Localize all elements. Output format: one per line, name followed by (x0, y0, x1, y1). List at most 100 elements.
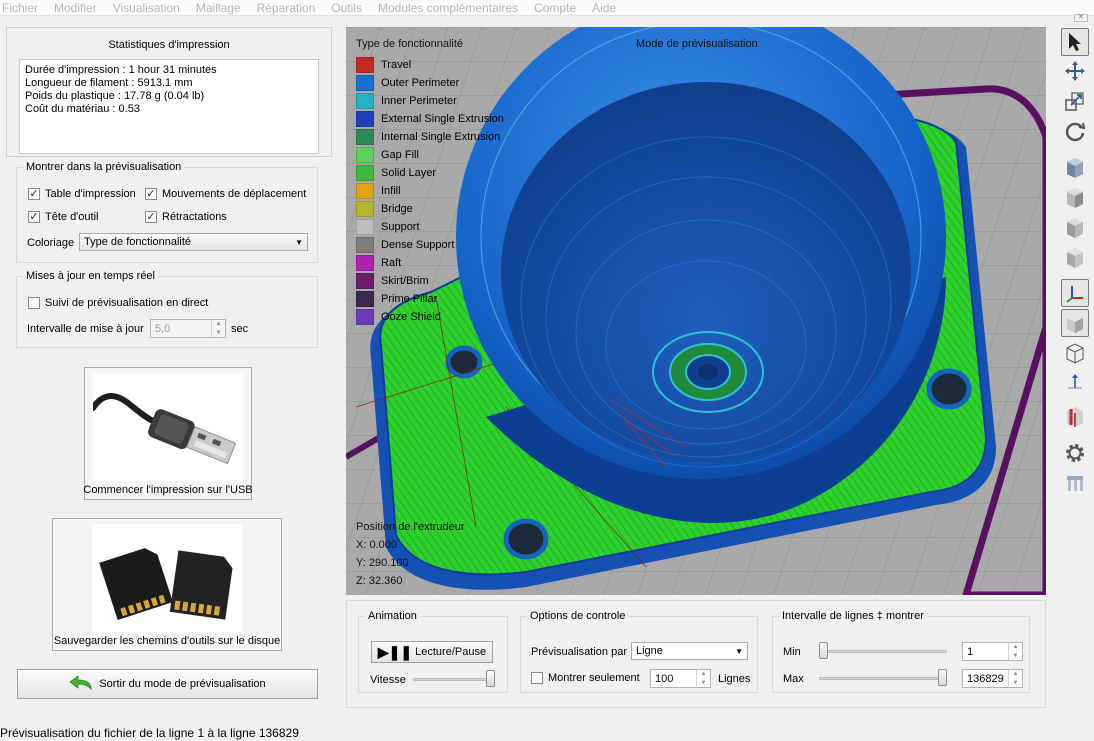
legend-swatch (356, 273, 374, 289)
stats-title: Statistiques d'impression (108, 39, 230, 51)
spin-up-icon[interactable]: ▲ (212, 320, 225, 329)
group-title: Options de controle (527, 610, 629, 622)
speed-label: Vitesse (370, 674, 406, 686)
legend-label: Raft (381, 257, 402, 269)
legend-swatch (356, 75, 374, 91)
legend-label: Solid Layer (381, 167, 437, 179)
scale-icon[interactable] (1061, 87, 1089, 115)
speed-slider-track[interactable] (413, 678, 495, 681)
menu-close-icon[interactable]: ✕ (1074, 14, 1088, 22)
solid-view-icon[interactable] (1061, 309, 1089, 337)
wireframe-view-icon[interactable] (1061, 339, 1089, 367)
menu-visualisation[interactable]: Visualisation (113, 1, 180, 15)
sd-button-label: Sauvegarder les chemins d'outils sur le … (53, 635, 281, 647)
menu-maillage[interactable]: Maillage (196, 1, 241, 15)
legend-swatch (356, 147, 374, 163)
min-slider-track[interactable] (819, 650, 947, 653)
checkbox-box[interactable]: ✓ (28, 188, 40, 200)
legend-swatch (356, 57, 374, 73)
view-right-icon[interactable] (1061, 243, 1089, 271)
max-slider-track[interactable] (819, 677, 947, 680)
play-pause-button[interactable]: ▶❚❚ Lecture/Pause (371, 641, 493, 663)
move-icon[interactable] (1061, 57, 1089, 85)
menu-reparation[interactable]: Réparation (257, 1, 316, 15)
spin-down-icon[interactable]: ▼ (697, 679, 710, 688)
speed-slider-handle[interactable] (486, 670, 495, 687)
legend-label: Support (381, 221, 420, 233)
spin-down-icon[interactable]: ▼ (1009, 652, 1022, 661)
interval-value: 5,0 (155, 322, 171, 335)
exit-preview-button[interactable]: Sortir du mode de prévisualisation (17, 669, 318, 699)
checkbox-retractions[interactable]: ✓ Rétractations (145, 211, 227, 223)
legend-label: Gap Fill (381, 149, 419, 161)
usb-print-button[interactable]: Commencer l'impression sur l'USB (83, 367, 253, 500)
show-only-spinbox[interactable]: 100 ▲ ▼ (650, 669, 711, 688)
checkbox-show-only[interactable]: Montrer seulement (531, 672, 640, 684)
stats-line: Poids du plastique : 17.78 g (0.04 lb) (25, 90, 205, 102)
chevron-down-icon: ▼ (735, 646, 743, 656)
max-slider-handle[interactable] (938, 669, 947, 686)
preview-viewport[interactable]: Type de fonctionnalité Mode de prévisual… (346, 27, 1046, 595)
rotate-icon[interactable] (1061, 117, 1089, 145)
menu-fichier[interactable]: Fichier (2, 1, 38, 15)
menu-outils[interactable]: Outils (331, 1, 362, 15)
min-spinbox[interactable]: 1 ▲ ▼ (962, 642, 1023, 661)
settings-gear-icon[interactable] (1061, 439, 1089, 467)
preview-by-value: Ligne (636, 645, 663, 657)
legend-swatch (356, 129, 374, 145)
left-panel: Statistiques d'impression Durée d'impres… (6, 27, 332, 712)
max-label: Max (783, 673, 804, 685)
coloring-select[interactable]: Type de fonctionnalité ▼ (79, 233, 308, 251)
line-range-group: Intervalle de lignes ‡ montrer Min 1 ▲ ▼ … (772, 610, 1030, 693)
stats-line: Durée d'impression : 1 hour 31 minutes (25, 64, 217, 76)
spin-down-icon[interactable]: ▼ (212, 329, 225, 338)
axis-icon[interactable] (1061, 279, 1089, 307)
view-front-icon[interactable] (1061, 153, 1089, 181)
min-slider-handle[interactable] (819, 642, 828, 659)
menu-modules[interactable]: Modules complémentaires (378, 1, 518, 15)
spin-up-icon[interactable]: ▲ (1009, 643, 1022, 652)
checkbox-box[interactable] (531, 672, 543, 684)
max-value: 136829 (967, 672, 1004, 685)
checkbox-label: Suivi de prévisualisation en direct (45, 297, 209, 309)
show-only-value: 100 (655, 672, 674, 685)
view-back-icon[interactable] (1061, 183, 1089, 211)
preview-mode-title: Mode de prévisualisation (636, 38, 758, 50)
stats-text: Durée d'impression : 1 hour 31 minutes L… (19, 59, 319, 154)
checkbox-print-bed[interactable]: ✓ Table d'impression (28, 188, 136, 200)
checkbox-box[interactable] (28, 297, 40, 309)
legend-swatch (356, 93, 374, 109)
cut-icon[interactable] (1061, 402, 1089, 430)
checkbox-box[interactable]: ✓ (28, 211, 40, 223)
legend-item: Outer Perimeter (356, 75, 459, 91)
checkbox-box[interactable]: ✓ (145, 188, 157, 200)
view-left-icon[interactable] (1061, 213, 1089, 241)
preview-by-select[interactable]: Ligne ▼ (631, 642, 748, 660)
checkbox-box[interactable]: ✓ (145, 211, 157, 223)
menu-aide[interactable]: Aide (592, 1, 616, 15)
supports-icon[interactable] (1061, 469, 1089, 497)
checkbox-live-follow[interactable]: Suivi de prévisualisation en direct (28, 297, 208, 309)
checkbox-label: Rétractations (162, 211, 227, 223)
legend-label: Prime Pillar (381, 293, 438, 305)
checkbox-travel-moves[interactable]: ✓ Mouvements de déplacement (145, 188, 306, 200)
checkbox-tool-head[interactable]: ✓ Tête d'outil (28, 211, 98, 223)
save-toolpath-button[interactable]: Sauvegarder les chemins d'outils sur le … (52, 518, 282, 651)
max-spinbox[interactable]: 136829 ▲ ▼ (962, 669, 1023, 688)
stats-line: Longueur de filament : 5913.1 mm (25, 77, 193, 89)
extruder-y: Y: 290.100 (356, 557, 409, 569)
spin-up-icon[interactable]: ▲ (697, 670, 710, 679)
axis-arrow-icon[interactable] (1061, 369, 1089, 397)
legend-item: Raft (356, 255, 401, 271)
legend-swatch (356, 111, 374, 127)
interval-spinbox[interactable]: 5,0 ▲ ▼ (150, 319, 226, 338)
menu-bar: Fichier Modifier Visualisation Maillage … (0, 0, 1094, 16)
menu-compte[interactable]: Compte (534, 1, 576, 15)
spin-up-icon[interactable]: ▲ (1009, 670, 1022, 679)
select-arrow-icon[interactable] (1061, 28, 1089, 56)
extruder-position-title: Position de l'extrudeur (356, 521, 465, 533)
menu-modifier[interactable]: Modifier (54, 1, 97, 15)
spin-down-icon[interactable]: ▼ (1009, 679, 1022, 688)
chevron-down-icon: ▼ (295, 237, 303, 247)
legend-label: Infill (381, 185, 401, 197)
